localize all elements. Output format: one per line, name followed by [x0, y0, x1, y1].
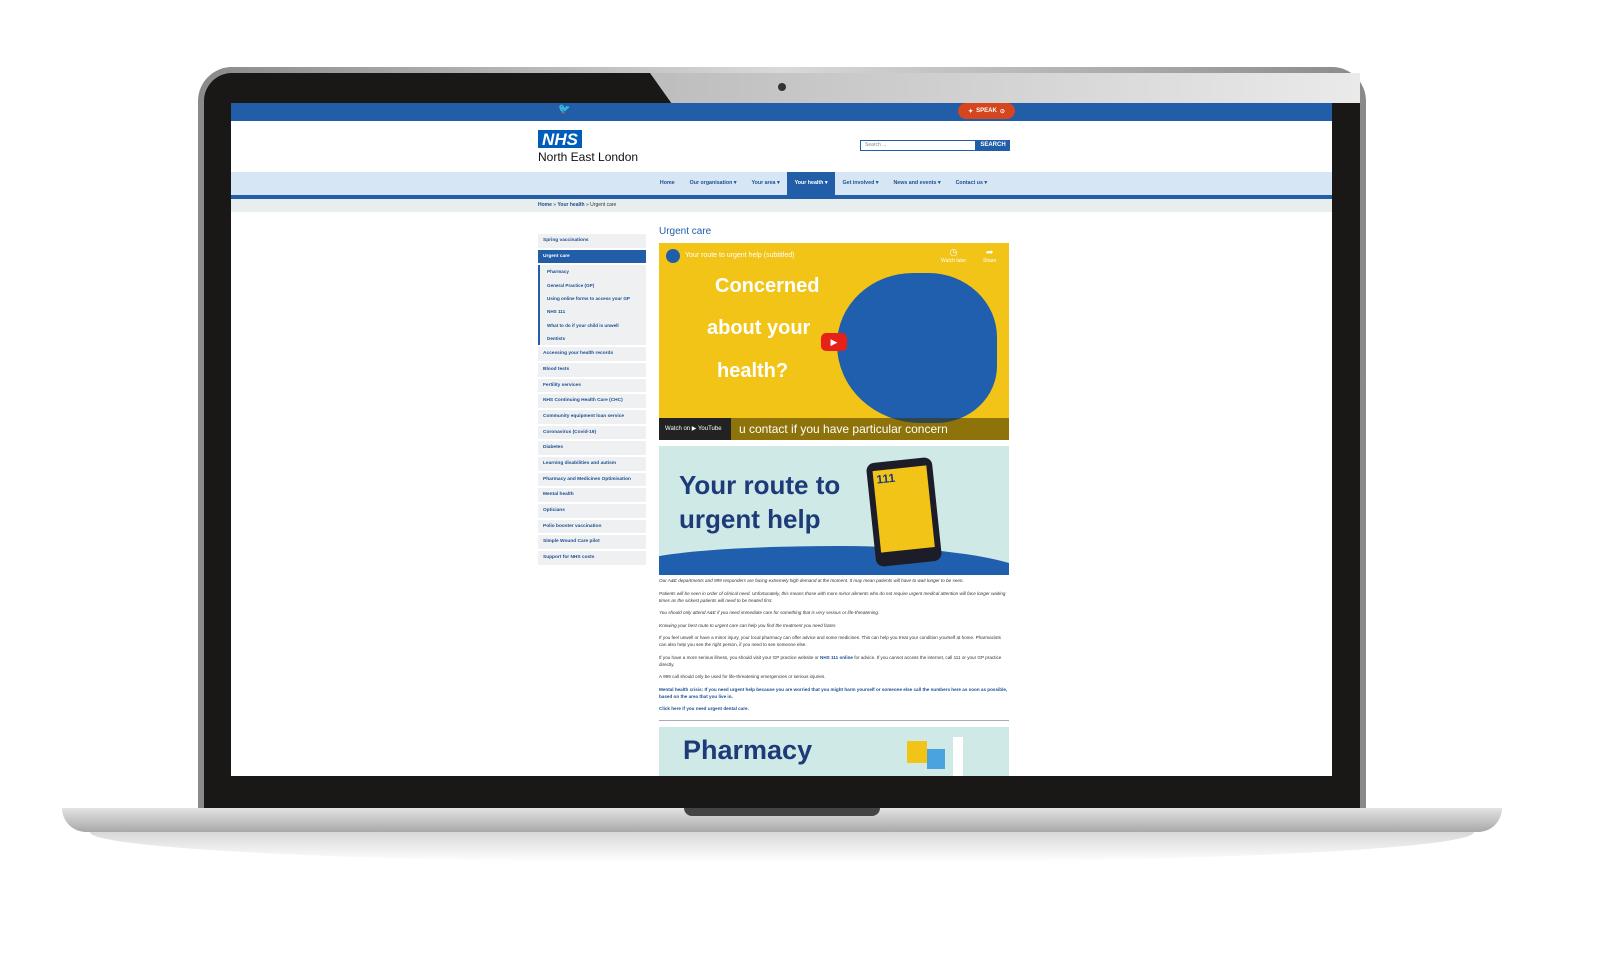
- search-button[interactable]: SEARCH: [976, 140, 1010, 151]
- sidebar-item[interactable]: Pharmacy and Medicines Optimisation: [538, 472, 646, 487]
- share-button[interactable]: ➦ Share: [983, 247, 996, 264]
- nav-get-involved[interactable]: Get involved ▾: [835, 172, 886, 195]
- dental-care-link[interactable]: Click here if you need urgent dental car…: [659, 705, 1009, 712]
- breadcrumb: Home » Your health » Urgent care: [231, 199, 1332, 212]
- speak-button[interactable]: ✦ SPEAK ⊙: [958, 103, 1015, 119]
- nhs-111-link[interactable]: NHS 111 online: [820, 655, 853, 660]
- sidebar-item[interactable]: Accessing your health records: [538, 347, 646, 361]
- article-body: Our A&E departments and 999 responders a…: [659, 578, 1009, 712]
- laptop-shadow: [90, 832, 1474, 862]
- nav-your-health[interactable]: Your health ▾: [787, 172, 836, 195]
- sidebar-item[interactable]: Support for NHS costs: [538, 551, 646, 565]
- medicine-box: [907, 741, 927, 763]
- webcam: [778, 83, 786, 91]
- play-icon: ⊙: [999, 108, 1005, 115]
- page-title: Urgent care: [659, 226, 712, 237]
- breadcrumb-current: Urgent care: [590, 202, 617, 208]
- sidebar-subitem[interactable]: Pharmacy: [540, 265, 646, 279]
- video-title[interactable]: Your route to urgent help (subtitled): [685, 252, 794, 259]
- sidebar-item[interactable]: Fertility services: [538, 378, 646, 393]
- share-icon: ➦: [985, 247, 994, 257]
- sidebar-item[interactable]: Blood tests: [538, 362, 646, 377]
- nav-our-organisation[interactable]: Our organisation ▾: [682, 172, 744, 195]
- video-text: about your: [707, 317, 811, 339]
- sidebar-item[interactable]: Simple Wound Care pilot: [538, 535, 646, 550]
- nav-news-and-events[interactable]: News and events ▾: [886, 172, 948, 195]
- sidebar-subitem[interactable]: What to do if your child is unwell: [540, 318, 646, 332]
- sidebar-item[interactable]: Mental health: [538, 488, 646, 503]
- org-name: North East London: [538, 150, 639, 164]
- phone-illustration: 111: [865, 456, 943, 568]
- clock-icon: ◷: [949, 247, 958, 257]
- accessibility-icon: ✦: [968, 108, 974, 115]
- sidebar-item[interactable]: Learning disabilities and autism: [538, 456, 646, 471]
- video-text: health?: [717, 360, 789, 382]
- sidebar-subitem[interactable]: General Practice (GP): [540, 278, 646, 292]
- search-input[interactable]: Search ...: [860, 140, 976, 151]
- divider: [659, 720, 1009, 721]
- laptop-notch: [684, 808, 880, 816]
- sidebar: Spring vaccinations Urgent care Pharmacy…: [538, 234, 646, 567]
- wave-shape: [659, 546, 1009, 575]
- banner-heading: Your route to urgent help: [679, 470, 841, 534]
- mental-health-link[interactable]: Mental health crisis: If you need urgent…: [659, 686, 1009, 700]
- watch-on-youtube[interactable]: Watch on ▶ YouTube: [659, 418, 731, 440]
- play-button[interactable]: ▶: [821, 333, 847, 351]
- nav-home[interactable]: Home: [652, 172, 682, 195]
- twitter-icon[interactable]: 🐦: [558, 104, 570, 115]
- nhs-logo[interactable]: NHS: [538, 130, 582, 149]
- video-text: Concerned: [715, 275, 820, 297]
- watch-later-button[interactable]: ◷ Watch later: [941, 247, 966, 264]
- breadcrumb-your-health[interactable]: Your health: [557, 202, 584, 208]
- sidebar-item[interactable]: Polio booster vaccination: [538, 519, 646, 534]
- sidebar-item[interactable]: Coronavirus (Covid-19): [538, 425, 646, 440]
- sidebar-subitems: Pharmacy General Practice (GP) Using onl…: [538, 265, 646, 346]
- sidebar-subitem[interactable]: NHS 111: [540, 305, 646, 319]
- bottle: [953, 737, 963, 776]
- pharmacy-heading: Pharmacy: [683, 735, 813, 765]
- main-nav: Home Our organisation ▾ Your area ▾ Your…: [231, 172, 1332, 195]
- sidebar-item-active[interactable]: Urgent care: [538, 249, 646, 264]
- browser-screen: 🐦 ✦ SPEAK ⊙ NHS North East London Search .…: [231, 103, 1332, 776]
- breadcrumb-home[interactable]: Home: [538, 202, 552, 208]
- sidebar-item[interactable]: Diabetes: [538, 441, 646, 455]
- sidebar-item[interactable]: Spring vaccinations: [538, 234, 646, 248]
- top-bar: [231, 103, 1332, 121]
- urgent-help-banner: Your route to urgent help 111: [659, 446, 1009, 575]
- video-embed[interactable]: Your route to urgent help (subtitled) ◷ W…: [659, 243, 1009, 440]
- sidebar-item[interactable]: NHS Continuing Health Care (CHC): [538, 394, 646, 408]
- channel-avatar[interactable]: [666, 249, 680, 263]
- sidebar-subitem[interactable]: Using online forms to access your GP: [540, 291, 646, 306]
- illustration: [837, 273, 997, 423]
- medicine-box: [927, 749, 945, 769]
- sidebar-subitem[interactable]: Dentists: [540, 331, 646, 346]
- sidebar-item[interactable]: Community equipment loan service: [538, 409, 646, 424]
- screen-glare: [650, 73, 1360, 103]
- nav-your-area[interactable]: Your area ▾: [744, 172, 787, 195]
- sidebar-item[interactable]: Opticians: [538, 504, 646, 518]
- nav-contact-us[interactable]: Contact us ▾: [948, 172, 995, 195]
- pharmacy-banner[interactable]: Pharmacy: [659, 727, 1009, 776]
